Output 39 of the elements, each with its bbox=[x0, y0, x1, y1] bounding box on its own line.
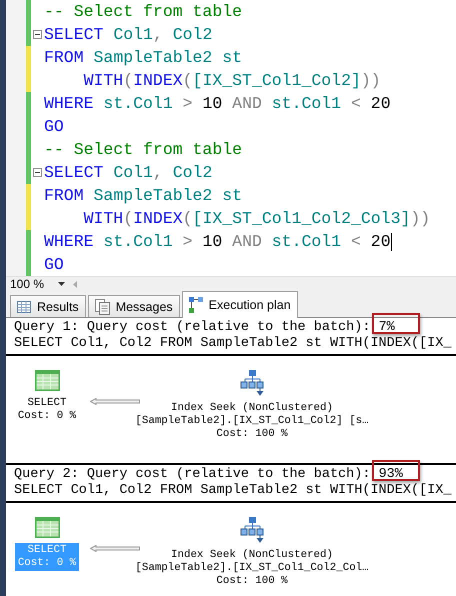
code-line: -- Select from table bbox=[44, 1, 242, 23]
collapse-icon[interactable] bbox=[33, 168, 42, 177]
result-tab[interactable]: Results bbox=[10, 295, 86, 317]
code-line: WITH(INDEX([IX_ST_Col1_Col2])) bbox=[82, 70, 381, 92]
code-line: GO bbox=[44, 116, 64, 138]
index-seek-icon bbox=[240, 370, 264, 396]
code-line: FROM SampleTable2 st bbox=[44, 47, 242, 69]
caret-icon bbox=[58, 282, 66, 286]
arrow-icon bbox=[90, 398, 140, 405]
operator-name: Index Seek (NonClustered) bbox=[171, 549, 333, 562]
result-tab[interactable]: Execution plan bbox=[182, 291, 298, 318]
operator-name: Index Seek (NonClustered) bbox=[171, 402, 333, 415]
grid-icon bbox=[17, 300, 31, 312]
index-name: [SampleTable2].[IX_ST_Col1_Col2_Col… bbox=[135, 562, 369, 575]
documents-icon bbox=[94, 298, 110, 314]
code-line: WHERE st.Col1 > 10 AND st.Col1 < 20 bbox=[44, 231, 392, 253]
code-line: WITH(INDEX([IX_ST_Col1_Col2_Col3])) bbox=[82, 208, 430, 230]
plan-icon bbox=[188, 297, 203, 313]
code-line: SELECT Col1, Col2 bbox=[44, 162, 212, 184]
arrow-icon bbox=[90, 545, 140, 552]
code-line: FROM SampleTable2 st bbox=[44, 185, 242, 207]
select-node-label[interactable]: SELECT Cost: 0 % bbox=[14, 396, 80, 424]
operator-cost: Cost: 100 % bbox=[216, 575, 288, 588]
code-line: SELECT Col1, Col2 bbox=[44, 24, 212, 46]
query-cost-text: Query 1: Query cost (relative to the batch): 7% bbox=[14, 320, 456, 336]
query-sql-text: SELECT Col1, Col2 FROM SampleTable2 st WITH(INDEX([IX_ bbox=[14, 336, 452, 352]
code-line: GO bbox=[44, 254, 64, 276]
operator-cost: Cost: 100 % bbox=[216, 428, 288, 441]
collapse-icon[interactable] bbox=[33, 30, 42, 39]
table-icon bbox=[34, 370, 60, 391]
table-icon bbox=[34, 517, 60, 538]
code-line: WHERE st.Col1 > 10 AND st.Col1 < 20 bbox=[44, 93, 391, 115]
zoom-dropdown[interactable]: 100 % bbox=[10, 277, 66, 291]
code-line: -- Select from table bbox=[44, 139, 242, 161]
query-sql-text: SELECT Col1, Col2 FROM SampleTable2 st WITH(INDEX([IX_ bbox=[14, 483, 452, 499]
index-seek-icon bbox=[240, 517, 264, 543]
index-name: [SampleTable2].[IX_ST_Col1_Col2] [s… bbox=[135, 415, 369, 428]
result-tab[interactable]: Messages bbox=[88, 295, 180, 317]
query-cost-text: Query 2: Query cost (relative to the batch): 93% bbox=[14, 467, 456, 483]
